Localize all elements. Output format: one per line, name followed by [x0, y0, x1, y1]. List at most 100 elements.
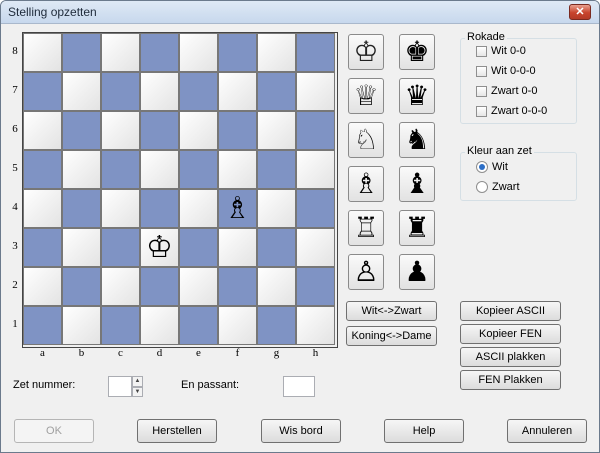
square-e2[interactable] [179, 267, 218, 306]
radio-icon[interactable] [476, 181, 488, 193]
black-rook-icon[interactable]: ♜ [399, 210, 435, 246]
square-c4[interactable] [101, 189, 140, 228]
square-h1[interactable] [296, 306, 335, 345]
square-d8[interactable] [140, 33, 179, 72]
square-b3[interactable] [62, 228, 101, 267]
cancel-button[interactable]: Annuleren [507, 419, 587, 443]
square-e3[interactable] [179, 228, 218, 267]
square-d6[interactable] [140, 111, 179, 150]
square-e4[interactable] [179, 189, 218, 228]
square-g5[interactable] [257, 150, 296, 189]
castling-black-queenside-checkbox[interactable]: Zwart 0-0-0 [476, 105, 547, 117]
castling-black-kingside-checkbox[interactable]: Zwart 0-0 [476, 85, 537, 97]
square-h4[interactable] [296, 189, 335, 228]
square-g2[interactable] [257, 267, 296, 306]
white-bishop-icon[interactable]: ♗ [348, 166, 384, 202]
square-c2[interactable] [101, 267, 140, 306]
square-b4[interactable] [62, 189, 101, 228]
square-b6[interactable] [62, 111, 101, 150]
white-knight-icon[interactable]: ♘ [348, 122, 384, 158]
square-e5[interactable] [179, 150, 218, 189]
checkbox-box[interactable] [476, 105, 487, 117]
square-b1[interactable] [62, 306, 101, 345]
square-a5[interactable] [23, 150, 62, 189]
radio-selected-icon[interactable] [476, 161, 488, 173]
square-g8[interactable] [257, 33, 296, 72]
square-a8[interactable] [23, 33, 62, 72]
black-bishop-icon[interactable]: ♝ [399, 166, 435, 202]
white-bishop-icon[interactable]: ♗ [224, 193, 251, 224]
square-d7[interactable] [140, 72, 179, 111]
square-d4[interactable] [140, 189, 179, 228]
white-rook-icon[interactable]: ♖ [348, 210, 384, 246]
square-h7[interactable] [296, 72, 335, 111]
square-f8[interactable] [218, 33, 257, 72]
square-c8[interactable] [101, 33, 140, 72]
square-f1[interactable] [218, 306, 257, 345]
square-d3[interactable]: ♔ [140, 228, 179, 267]
square-a6[interactable] [23, 111, 62, 150]
square-f7[interactable] [218, 72, 257, 111]
square-h2[interactable] [296, 267, 335, 306]
black-to-move-radio[interactable]: Zwart [476, 181, 520, 193]
square-e7[interactable] [179, 72, 218, 111]
black-king-icon[interactable]: ♚ [399, 34, 435, 70]
castling-white-queenside-checkbox[interactable]: Wit 0-0-0 [476, 65, 536, 77]
checkbox-box[interactable] [476, 85, 487, 97]
paste-ascii-button[interactable]: ASCII plakken [460, 347, 561, 367]
square-h3[interactable] [296, 228, 335, 267]
square-b8[interactable] [62, 33, 101, 72]
square-c7[interactable] [101, 72, 140, 111]
square-a7[interactable] [23, 72, 62, 111]
white-king-icon[interactable]: ♔ [348, 34, 384, 70]
square-a4[interactable] [23, 189, 62, 228]
white-pawn-icon[interactable]: ♙ [348, 254, 384, 290]
restore-button[interactable]: Herstellen [137, 419, 217, 443]
square-e6[interactable] [179, 111, 218, 150]
black-queen-icon[interactable]: ♛ [399, 78, 435, 114]
square-e1[interactable] [179, 306, 218, 345]
square-c1[interactable] [101, 306, 140, 345]
square-e8[interactable] [179, 33, 218, 72]
copy-fen-button[interactable]: Kopieer FEN [460, 324, 561, 344]
square-b7[interactable] [62, 72, 101, 111]
square-h6[interactable] [296, 111, 335, 150]
king-queen-button[interactable]: Koning<->Dame [346, 326, 437, 346]
square-g7[interactable] [257, 72, 296, 111]
square-f2[interactable] [218, 267, 257, 306]
square-b2[interactable] [62, 267, 101, 306]
square-c3[interactable] [101, 228, 140, 267]
white-to-move-radio[interactable]: Wit [476, 161, 508, 173]
swap-colors-button[interactable]: Wit<->Zwart [346, 301, 437, 321]
clear-board-button[interactable]: Wis bord [261, 419, 341, 443]
square-b5[interactable] [62, 150, 101, 189]
square-g4[interactable] [257, 189, 296, 228]
square-f5[interactable] [218, 150, 257, 189]
white-king-icon[interactable]: ♔ [146, 232, 173, 263]
square-d1[interactable] [140, 306, 179, 345]
square-f4[interactable]: ♗ [218, 189, 257, 228]
square-d5[interactable] [140, 150, 179, 189]
copy-ascii-button[interactable]: Kopieer ASCII [460, 301, 561, 321]
square-c5[interactable] [101, 150, 140, 189]
checkbox-box[interactable] [476, 45, 487, 57]
square-f3[interactable] [218, 228, 257, 267]
checkbox-box[interactable] [476, 65, 487, 77]
square-a2[interactable] [23, 267, 62, 306]
spin-down-icon[interactable]: ▼ [132, 387, 143, 397]
square-h8[interactable] [296, 33, 335, 72]
square-c6[interactable] [101, 111, 140, 150]
castling-white-kingside-checkbox[interactable]: Wit 0-0 [476, 45, 526, 57]
square-a3[interactable] [23, 228, 62, 267]
square-g3[interactable] [257, 228, 296, 267]
square-a1[interactable] [23, 306, 62, 345]
help-button[interactable]: Help [384, 419, 464, 443]
square-g1[interactable] [257, 306, 296, 345]
ok-button[interactable]: OK [14, 419, 94, 443]
white-queen-icon[interactable]: ♕ [348, 78, 384, 114]
square-g6[interactable] [257, 111, 296, 150]
move-number-input[interactable] [108, 376, 132, 397]
black-pawn-icon[interactable]: ♟ [399, 254, 435, 290]
spin-up-icon[interactable]: ▲ [132, 376, 143, 387]
square-d2[interactable] [140, 267, 179, 306]
